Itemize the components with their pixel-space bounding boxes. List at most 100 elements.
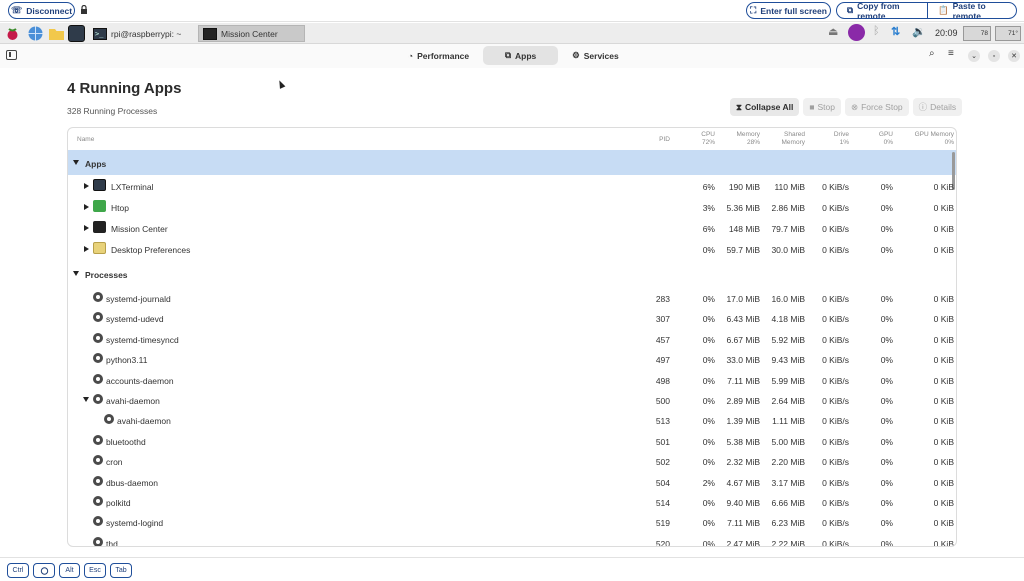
table-row[interactable]: python3.11 497 0% 33.0 MiB 9.43 MiB 0 KiB/s 0%…	[68, 349, 956, 369]
ctrl-key-button[interactable]: Ctrl	[7, 563, 29, 578]
table-row[interactable]: avahi-daemon 513 0% 1.39 MiB 1.11 MiB 0 KiB/s…	[68, 410, 956, 430]
search-icon[interactable]: ⌕	[929, 48, 935, 59]
expand-icon[interactable]	[73, 160, 79, 165]
table-row[interactable]: Mission Center 6% 148 MiB 79.7 MiB 0 KiB…	[68, 218, 956, 238]
row-cpu: 0%	[702, 457, 715, 468]
tab-services[interactable]: ⚙ Services	[562, 46, 629, 65]
table-row[interactable]: systemd-logind 519 0% 7.11 MiB 6.23 MiB 0 KiB…	[68, 512, 956, 532]
force-stop-button[interactable]: ⊗ Force Stop	[844, 98, 909, 116]
table-row[interactable]: systemd-journald 283 0% 17.0 MiB 16.0 MiB 0 K…	[68, 288, 956, 308]
cpu-monitor[interactable]: 78	[963, 26, 991, 41]
row-cpu: 0%	[702, 538, 715, 547]
expand-icon[interactable]	[84, 183, 89, 189]
expand-icon[interactable]	[84, 246, 89, 252]
row-name: Desktop Preferences	[111, 245, 191, 255]
browser-icon[interactable]	[27, 25, 44, 42]
terminal-launcher-icon[interactable]	[68, 25, 85, 42]
row-shared: 110 MiB	[774, 182, 805, 192]
raspberry-icon	[40, 567, 48, 575]
row-drive: 0 KiB/s	[822, 334, 849, 345]
maximize-icon[interactable]: ▫	[988, 50, 1000, 62]
table-row[interactable]: LXTerminal 6% 190 MiB 110 MiB 0 KiB/s 0%…	[68, 176, 956, 196]
stop-button[interactable]: ■ Stop	[803, 98, 841, 116]
row-gpu: 0%	[880, 245, 893, 255]
table-row[interactable]: systemd-timesyncd 457 0% 6.67 MiB 5.92 MiB 0 …	[68, 329, 956, 349]
row-gpu: 0%	[880, 334, 893, 345]
column-drive[interactable]: Drive 1%	[808, 131, 849, 147]
expand-icon[interactable]	[73, 271, 79, 276]
collapse-all-button[interactable]: ⧗ Collapse All	[730, 98, 800, 116]
group-row-processes[interactable]: Processes	[68, 264, 956, 284]
table-row[interactable]: avahi-daemon 500 0% 2.89 MiB 2.64 MiB 0 KiB/s…	[68, 390, 956, 410]
column-cpu[interactable]: CPU 72%	[678, 131, 715, 147]
column-gpu-memory[interactable]: GPU Memory 0%	[898, 131, 954, 147]
row-gpu: 0%	[880, 416, 893, 427]
column-gpu-memory-total: 0%	[944, 139, 954, 146]
updater-icon[interactable]	[848, 24, 865, 41]
details-button[interactable]: ⓘ Details	[912, 98, 963, 116]
row-gpu-memory: 0 KiB	[933, 436, 954, 447]
super-key-button[interactable]	[33, 563, 55, 578]
table-row[interactable]: Desktop Preferences 0% 59.7 MiB 30.0 MiB…	[68, 239, 956, 259]
taskbar-terminal-task[interactable]: >_ rpi@raspberrypi: ~	[89, 25, 194, 42]
disconnect-button[interactable]: ☏ Disconnect	[8, 2, 75, 19]
bluetooth-icon[interactable]: ᛒ	[873, 25, 880, 37]
volume-icon[interactable]: 🔉	[912, 25, 926, 38]
menu-icon[interactable]: ≡	[948, 48, 954, 59]
network-icon[interactable]: ⇅	[891, 25, 900, 38]
row-shared: 4.18 MiB	[771, 314, 805, 325]
row-shared: 5.00 MiB	[771, 436, 805, 447]
raspberry-menu-icon[interactable]	[4, 25, 21, 42]
folder-icon[interactable]	[48, 25, 65, 42]
tab-key-button[interactable]: Tab	[110, 563, 132, 578]
temperature-monitor[interactable]: 71°	[995, 26, 1021, 41]
copy-from-remote-button[interactable]: ⧉ Copy from remote	[837, 3, 927, 18]
minimize-icon[interactable]: ⌄	[968, 50, 980, 62]
table-row[interactable]: thd 520 0% 2.47 MiB 2.22 MiB 0 KiB/s 0% 0 KiB	[68, 533, 956, 547]
tab-apps[interactable]: ⧉ Apps	[483, 46, 559, 65]
row-cpu: 6%	[702, 182, 715, 192]
column-gpu[interactable]: GPU 0%	[856, 131, 893, 147]
table-row[interactable]: dbus-daemon 504 2% 4.67 MiB 3.17 MiB 0 KiB/s 0…	[68, 472, 956, 492]
expand-icon[interactable]	[84, 204, 89, 210]
column-memory[interactable]: Memory 28%	[720, 131, 760, 147]
expand-icon[interactable]	[83, 397, 89, 402]
group-row-apps[interactable]: Apps	[68, 150, 956, 175]
row-name: cron	[106, 457, 123, 468]
row-drive: 0 KiB/s	[822, 224, 849, 234]
copy-icon: ⧉	[847, 5, 854, 15]
table-row[interactable]: accounts-daemon 498 0% 7.11 MiB 5.99 MiB 0 Ki…	[68, 370, 956, 390]
row-memory: 190 MiB	[728, 182, 760, 192]
services-icon: ⚙	[572, 50, 580, 60]
row-memory: 2.89 MiB	[726, 396, 760, 406]
row-shared: 30.0 MiB	[771, 245, 805, 255]
alt-key-button[interactable]: Alt	[59, 563, 80, 578]
row-gpu: 0%	[880, 477, 893, 488]
column-name[interactable]: Name	[77, 136, 94, 144]
table-row[interactable]: polkitd 514 0% 9.40 MiB 6.66 MiB 0 KiB/s 0% 0 K…	[68, 492, 956, 512]
fullscreen-button[interactable]: ⛶ Enter full screen	[746, 2, 831, 19]
process-icon	[93, 353, 103, 364]
esc-key-button[interactable]: Esc	[84, 563, 106, 578]
fullscreen-icon: ⛶	[750, 5, 757, 15]
eject-icon[interactable]: ⏏	[828, 25, 838, 38]
clock[interactable]: 20:09	[935, 28, 958, 38]
row-gpu-memory: 0 KiB	[933, 224, 954, 234]
row-gpu: 0%	[880, 375, 893, 386]
table-row[interactable]: Htop 3% 5.36 MiB 2.86 MiB 0 KiB/s 0% 0 K…	[68, 197, 956, 217]
row-gpu-memory: 0 KiB	[933, 203, 954, 213]
sidebar-toggle-icon[interactable]	[6, 50, 17, 60]
table-row[interactable]: cron 502 0% 2.32 MiB 2.20 MiB 0 KiB/s 0% 0 KiB	[68, 451, 956, 471]
table-row[interactable]: bluetoothd 501 0% 5.38 MiB 5.00 MiB 0 KiB/s 0%…	[68, 431, 956, 451]
group-label: Processes	[85, 270, 128, 280]
close-icon[interactable]: ✕	[1008, 50, 1020, 62]
column-pid[interactable]: PID	[638, 136, 670, 144]
row-cpu: 0%	[702, 334, 715, 345]
expand-icon[interactable]	[84, 225, 89, 231]
taskbar-mission-center-task[interactable]: Mission Center	[198, 25, 305, 42]
row-name: bluetoothd	[106, 436, 146, 447]
column-shared-memory[interactable]: Shared Memory	[765, 131, 805, 147]
paste-to-remote-button[interactable]: 📋 Paste to remote	[926, 3, 1016, 18]
table-row[interactable]: systemd-udevd 307 0% 6.43 MiB 4.18 MiB 0 KiB/…	[68, 308, 956, 328]
tab-performance[interactable]: ◔ Performance	[398, 46, 479, 65]
